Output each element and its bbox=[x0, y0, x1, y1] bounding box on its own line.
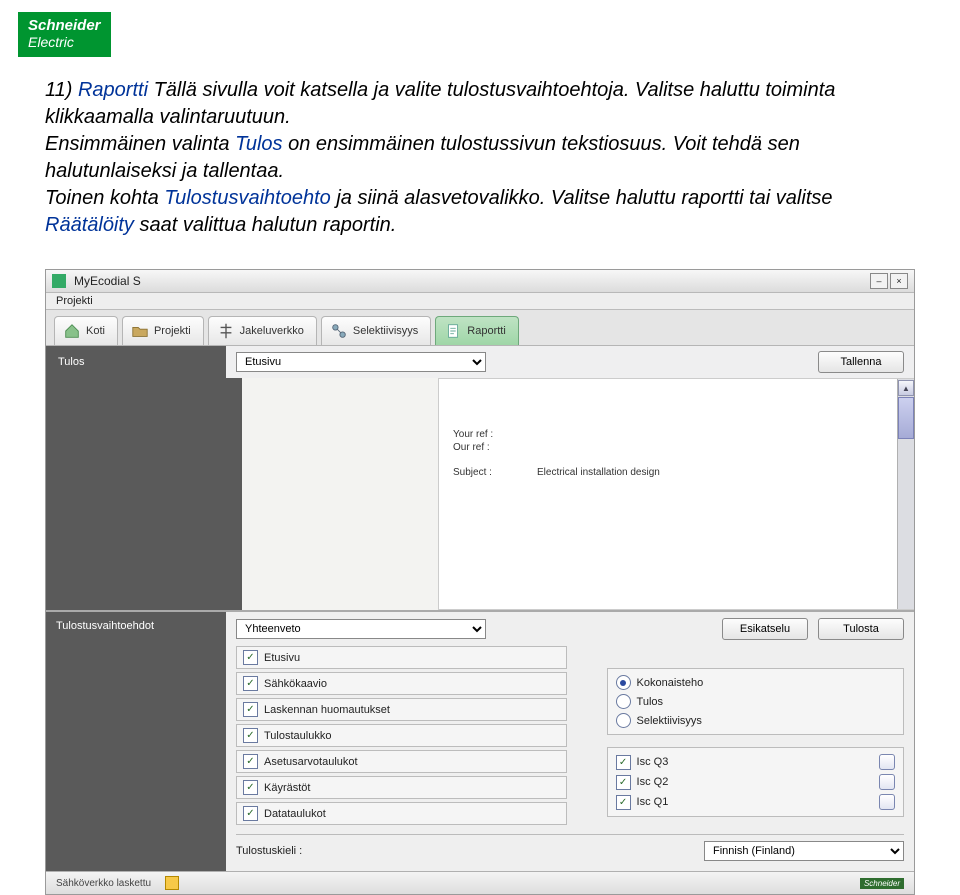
chk-isc-q2[interactable]: ✓Isc Q2 bbox=[616, 772, 895, 792]
instr-num: 11) bbox=[45, 79, 78, 101]
isc-q3-btn[interactable] bbox=[879, 754, 895, 770]
subject-value: Electrical installation design bbox=[537, 467, 660, 478]
isc-q1-btn[interactable] bbox=[879, 794, 895, 810]
chk-kayrastot-label: Käyrästöt bbox=[264, 782, 310, 794]
chk-datataulukot[interactable]: ✓Datataulukot bbox=[236, 802, 567, 825]
schneider-logo: Schneider Electric bbox=[18, 12, 111, 57]
scroll-up-icon[interactable]: ▲ bbox=[898, 380, 914, 396]
app-title: MyEcodial S bbox=[74, 274, 141, 288]
radio-selektiivisyys[interactable]: Selektiivisyys bbox=[616, 711, 895, 730]
home-icon bbox=[63, 322, 81, 340]
app-window: MyEcodial S – × Projekti Koti Projekti J… bbox=[45, 269, 915, 895]
chk-laskenta-label: Laskennan huomautukset bbox=[264, 704, 390, 716]
preview-pane: Your ref : Our ref : Subject : Electrica… bbox=[438, 378, 914, 610]
close-button[interactable]: × bbox=[890, 273, 908, 289]
isc-group: ✓Isc Q3 ✓Isc Q2 ✓Isc Q1 bbox=[607, 747, 904, 817]
menu-projekti[interactable]: Projekti bbox=[56, 295, 93, 307]
instr-tulostusvaihtoehto: Tulostusvaihtoehto bbox=[164, 187, 330, 209]
instr-tulos: Tulos bbox=[235, 133, 282, 155]
tab-projekti[interactable]: Projekti bbox=[122, 316, 204, 345]
chk-laskenta[interactable]: ✓Laskennan huomautukset bbox=[236, 698, 567, 721]
esikatselu-button[interactable]: Esikatselu bbox=[722, 618, 808, 640]
chk-datataulukot-label: Datataulukot bbox=[264, 808, 326, 820]
app-icon bbox=[52, 274, 66, 288]
logo-line1: Schneider bbox=[28, 17, 101, 34]
instr-t3c: ja siinä alasvetovalikko. Valitse halutt… bbox=[331, 187, 833, 209]
chk-tulostaulukko-label: Tulostaulukko bbox=[264, 730, 331, 742]
radio-kokonaisteho[interactable]: Kokonaisteho bbox=[616, 673, 895, 692]
network-icon bbox=[217, 322, 235, 340]
tab-selektiivisyys[interactable]: Selektiivisyys bbox=[321, 316, 431, 345]
menubar: Projekti bbox=[46, 293, 914, 310]
radio-tulos-label: Tulos bbox=[637, 696, 664, 708]
radio-kokonaisteho-label: Kokonaisteho bbox=[637, 677, 704, 689]
chk-isc-q3[interactable]: ✓Isc Q3 bbox=[616, 752, 895, 772]
chk-sahkokaavio[interactable]: ✓Sähkökaavio bbox=[236, 672, 567, 695]
logo-line2: Electric bbox=[28, 34, 74, 50]
tulos-label: Tulos bbox=[46, 348, 226, 376]
lang-label: Tulostuskieli : bbox=[236, 845, 346, 857]
folder-icon bbox=[131, 322, 149, 340]
statusbar: Sähköverkko laskettu Schneider bbox=[46, 871, 914, 894]
tabbar: Koti Projekti Jakeluverkko Selektiivisyy… bbox=[46, 310, 914, 345]
tab-koti-label: Koti bbox=[86, 325, 105, 337]
tulos-row: Tulos Etusivu Tallenna bbox=[46, 346, 914, 378]
status-text: Sähköverkko laskettu bbox=[56, 878, 151, 889]
radio-selektiivisyys-label: Selektiivisyys bbox=[637, 715, 702, 727]
tab-raportti-label: Raportti bbox=[467, 325, 506, 337]
tallenna-button[interactable]: Tallenna bbox=[818, 351, 904, 373]
scroll-thumb[interactable] bbox=[898, 397, 914, 439]
instr-t1: Tällä sivulla voit katsella ja valite tu… bbox=[45, 79, 835, 128]
chk-asetus-label: Asetusarvotaulukot bbox=[264, 756, 358, 768]
language-row: Tulostuskieli : Finnish (Finland) bbox=[236, 834, 904, 865]
instr-raportti: Raportti bbox=[78, 79, 148, 101]
tulos-select[interactable]: Etusivu bbox=[236, 352, 486, 372]
isc-q1-label: Isc Q1 bbox=[637, 796, 669, 808]
radio-group: Kokonaisteho Tulos Selektiivisyys bbox=[607, 668, 904, 735]
titlebar: MyEcodial S – × bbox=[46, 270, 914, 293]
tulostusvaihtoehdot-section: Tulostusvaihtoehdot Yhteenveto Esikatsel… bbox=[46, 610, 914, 871]
lang-select[interactable]: Finnish (Finland) bbox=[704, 841, 904, 861]
minimize-button[interactable]: – bbox=[870, 273, 888, 289]
instr-t2a: Ensimmäinen valinta bbox=[45, 133, 235, 155]
chk-asetus[interactable]: ✓Asetusarvotaulukot bbox=[236, 750, 567, 773]
selectivity-icon bbox=[330, 322, 348, 340]
radio-tulos[interactable]: Tulos bbox=[616, 692, 895, 711]
tab-koti[interactable]: Koti bbox=[54, 316, 118, 345]
instr-raataloity: Räätälöity bbox=[45, 214, 134, 236]
isc-q3-label: Isc Q3 bbox=[637, 756, 669, 768]
tab-jakeluverkko[interactable]: Jakeluverkko bbox=[208, 316, 317, 345]
isc-q2-btn[interactable] bbox=[879, 774, 895, 790]
opts-select[interactable]: Yhteenveto bbox=[236, 619, 486, 639]
tab-raportti[interactable]: Raportti bbox=[435, 316, 519, 345]
instr-t3a: Toinen kohta bbox=[45, 187, 164, 209]
instr-t3e: saat valittua halutun raportin. bbox=[134, 214, 396, 236]
chk-tulostaulukko[interactable]: ✓Tulostaulukko bbox=[236, 724, 567, 747]
isc-q2-label: Isc Q2 bbox=[637, 776, 669, 788]
warning-icon bbox=[165, 876, 179, 890]
report-icon bbox=[444, 322, 462, 340]
tulosta-button[interactable]: Tulosta bbox=[818, 618, 904, 640]
tab-jakelu-label: Jakeluverkko bbox=[240, 325, 304, 337]
chk-isc-q1[interactable]: ✓Isc Q1 bbox=[616, 792, 895, 812]
tab-selekt-label: Selektiivisyys bbox=[353, 325, 418, 337]
schneider-mini-logo: Schneider bbox=[860, 878, 904, 889]
tab-projekti-label: Projekti bbox=[154, 325, 191, 337]
chk-etusivu[interactable]: ✓Etusivu bbox=[236, 646, 567, 669]
chk-kayrastot[interactable]: ✓Käyrästöt bbox=[236, 776, 567, 799]
opts-label: Tulostusvaihtoehdot bbox=[46, 612, 226, 871]
subject-label: Subject : bbox=[453, 467, 513, 478]
instruction-text: 11) Raportti Tällä sivulla voit katsella… bbox=[0, 67, 960, 259]
content-area: Tulos Etusivu Tallenna Your ref : Our re… bbox=[46, 345, 914, 871]
our-ref-label: Our ref : bbox=[453, 442, 513, 453]
chk-etusivu-label: Etusivu bbox=[264, 652, 300, 664]
your-ref-label: Your ref : bbox=[453, 429, 513, 440]
chk-sahkokaavio-label: Sähkökaavio bbox=[264, 678, 327, 690]
scrollbar[interactable]: ▲ bbox=[897, 379, 914, 609]
